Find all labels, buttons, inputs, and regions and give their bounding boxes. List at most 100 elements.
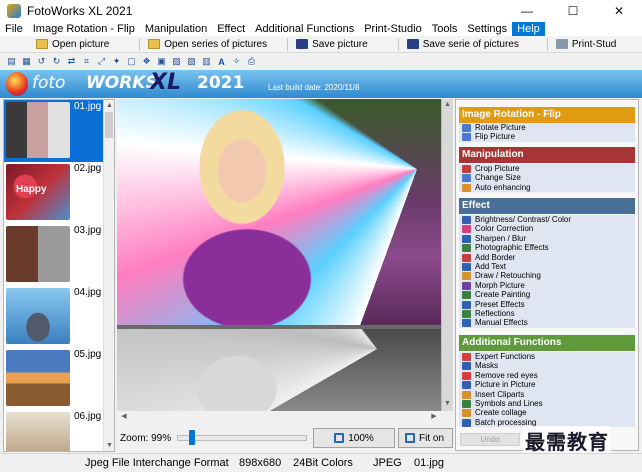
thumbnail-item[interactable]: 05.jpg bbox=[4, 348, 104, 410]
save-series-button[interactable]: Save serie of pictures bbox=[401, 36, 525, 52]
close-button[interactable]: ✕ bbox=[596, 0, 642, 22]
symbols-lines-item[interactable]: Symbols and Lines bbox=[459, 399, 635, 408]
remove-red-eyes-item[interactable]: Remove red eyes bbox=[459, 371, 635, 380]
menu-additional-functions[interactable]: Additional Functions bbox=[250, 22, 359, 36]
preset-effects-item[interactable]: Preset Effects bbox=[459, 300, 635, 309]
status-color-depth: 24Bit Colors bbox=[293, 457, 353, 469]
thumbnail-item[interactable]: 01.jpg bbox=[4, 100, 104, 162]
effect-icon[interactable]: ✦ bbox=[110, 55, 123, 68]
undo-button[interactable]: Undo bbox=[460, 433, 520, 446]
add-text-item[interactable]: Add Text bbox=[459, 262, 635, 271]
print-studio-button[interactable]: Print-Stud bbox=[550, 36, 622, 52]
thumbnail-label: 05.jpg bbox=[74, 349, 102, 360]
scroll-up-icon[interactable]: ▲ bbox=[443, 100, 452, 109]
print-icon[interactable]: ⎙ bbox=[245, 55, 258, 68]
scroll-down-icon[interactable]: ▼ bbox=[443, 399, 452, 408]
flip-icon[interactable]: ⇄ bbox=[65, 55, 78, 68]
title-bar: FotoWorks XL 2021 — ☐ ✕ bbox=[0, 0, 642, 22]
menu-manipulation[interactable]: Manipulation bbox=[140, 22, 212, 36]
open-series-button[interactable]: Open series of pictures bbox=[142, 36, 273, 52]
resize-icon[interactable]: ⤢ bbox=[95, 55, 108, 68]
scroll-up-icon[interactable]: ▲ bbox=[105, 101, 114, 110]
reflections-item[interactable]: Reflections bbox=[459, 309, 635, 318]
thumbnail-scrollbar[interactable]: ▲ ▼ bbox=[103, 100, 114, 451]
crop-icon[interactable]: ⌗ bbox=[80, 55, 93, 68]
picture-icon[interactable]: ▧ bbox=[185, 55, 198, 68]
rotate-left-icon[interactable]: ↺ bbox=[35, 55, 48, 68]
zoom-slider-handle[interactable] bbox=[188, 430, 195, 445]
open-picture-button[interactable]: Open picture bbox=[30, 36, 115, 52]
toolbar-separator bbox=[546, 37, 548, 51]
brightness-item[interactable]: Brightness/ Contrast/ Color bbox=[459, 215, 635, 224]
create-collage-item[interactable]: Create collage bbox=[459, 408, 635, 418]
menu-print-studio[interactable]: Print-Studio bbox=[359, 22, 426, 36]
scroll-right-icon[interactable]: ▶ bbox=[429, 412, 439, 422]
image-horizontal-scrollbar[interactable]: ◀ ▶ bbox=[117, 411, 453, 423]
text-icon[interactable]: A bbox=[215, 55, 228, 68]
section-header-effect[interactable]: Effect bbox=[459, 198, 635, 214]
image-vertical-scrollbar[interactable]: ▲ ▼ bbox=[441, 99, 453, 411]
reflection-icon bbox=[462, 309, 471, 318]
menu-help[interactable]: Help bbox=[512, 22, 545, 36]
fit-icon bbox=[405, 433, 415, 443]
section-body-rotation: Rotate Picture Flip Picture bbox=[459, 123, 635, 142]
save-icon bbox=[296, 39, 309, 49]
minimize-button[interactable]: — bbox=[504, 0, 550, 22]
picture-in-picture-item[interactable]: Picture in Picture bbox=[459, 380, 635, 390]
clipart-icon[interactable]: ❖ bbox=[140, 55, 153, 68]
section-header-additional[interactable]: Additional Functions bbox=[459, 335, 635, 351]
thumbnail-item[interactable]: Happy 02.jpg bbox=[4, 162, 104, 224]
rotate-picture-item[interactable]: Rotate Picture bbox=[459, 123, 635, 132]
zoom-100-button[interactable]: 100% bbox=[313, 428, 395, 448]
magic-icon[interactable]: ✧ bbox=[230, 55, 243, 68]
item-label: Brightness/ Contrast/ Color bbox=[475, 215, 572, 224]
menu-file[interactable]: File bbox=[0, 22, 28, 36]
thumbnail-label: 04.jpg bbox=[74, 287, 102, 298]
maximize-button[interactable]: ☐ bbox=[550, 0, 596, 22]
toolbar-separator bbox=[287, 37, 289, 51]
folder-icon[interactable]: ▦ bbox=[20, 55, 33, 68]
auto-enhancing-item[interactable]: Auto enhancing bbox=[459, 183, 635, 192]
thumbnail-item[interactable]: 03.jpg bbox=[4, 224, 104, 286]
thumbnail-item[interactable]: 04.jpg bbox=[4, 286, 104, 348]
menu-effect[interactable]: Effect bbox=[212, 22, 250, 36]
folder-icon[interactable]: ▤ bbox=[5, 55, 18, 68]
section-header-manipulation[interactable]: Manipulation bbox=[459, 147, 635, 163]
scroll-down-icon[interactable]: ▼ bbox=[105, 441, 114, 450]
fit-button[interactable]: Fit on bbox=[398, 428, 453, 448]
scroll-left-icon[interactable]: ◀ bbox=[119, 412, 129, 422]
change-size-item[interactable]: Change Size bbox=[459, 173, 635, 183]
grid-icon[interactable]: ▥ bbox=[200, 55, 213, 68]
menu-image-rotation[interactable]: Image Rotation - Flip bbox=[28, 22, 140, 36]
photographic-effects-item[interactable]: Photographic Effects bbox=[459, 243, 635, 253]
item-label: Auto enhancing bbox=[475, 182, 531, 192]
thumbnail-item[interactable]: 06.jpg bbox=[4, 410, 104, 451]
save-picture-button[interactable]: Save picture bbox=[290, 36, 374, 52]
section-header-rotation[interactable]: Image Rotation - Flip bbox=[459, 107, 635, 123]
menu-settings[interactable]: Settings bbox=[462, 22, 512, 36]
status-bar: Jpeg File Interchange Format 898x680 24B… bbox=[0, 453, 642, 472]
thumbnail-image: Happy bbox=[6, 164, 70, 220]
frame-icon[interactable]: ▣ bbox=[155, 55, 168, 68]
picture-icon[interactable]: ▨ bbox=[170, 55, 183, 68]
border-icon[interactable]: ▢ bbox=[125, 55, 138, 68]
sharpen-blur-item[interactable]: Sharpen / Blur bbox=[459, 234, 635, 243]
crop-picture-item[interactable]: Crop Picture bbox=[459, 164, 635, 173]
thumbnail-image bbox=[6, 412, 70, 451]
manual-effects-item[interactable]: Manual Effects bbox=[459, 318, 635, 328]
flip-picture-item[interactable]: Flip Picture bbox=[459, 132, 635, 142]
menu-tools[interactable]: Tools bbox=[427, 22, 463, 36]
color-correction-item[interactable]: Color Correction bbox=[459, 224, 635, 234]
insert-cliparts-item[interactable]: Insert Cliparts bbox=[459, 390, 635, 399]
create-painting-item[interactable]: Create Painting bbox=[459, 290, 635, 300]
rotate-right-icon[interactable]: ↻ bbox=[50, 55, 63, 68]
item-label: Symbols and Lines bbox=[475, 398, 543, 408]
expert-functions-item[interactable]: Expert Functions bbox=[459, 352, 635, 361]
draw-retouching-item[interactable]: Draw / Retouching bbox=[459, 271, 635, 281]
zoom-slider-track[interactable] bbox=[177, 435, 307, 441]
scroll-thumb[interactable] bbox=[105, 112, 113, 138]
add-border-item[interactable]: Add Border bbox=[459, 253, 635, 262]
image-view[interactable] bbox=[117, 99, 441, 411]
morph-picture-item[interactable]: Morph Picture bbox=[459, 281, 635, 290]
masks-item[interactable]: Masks bbox=[459, 361, 635, 371]
